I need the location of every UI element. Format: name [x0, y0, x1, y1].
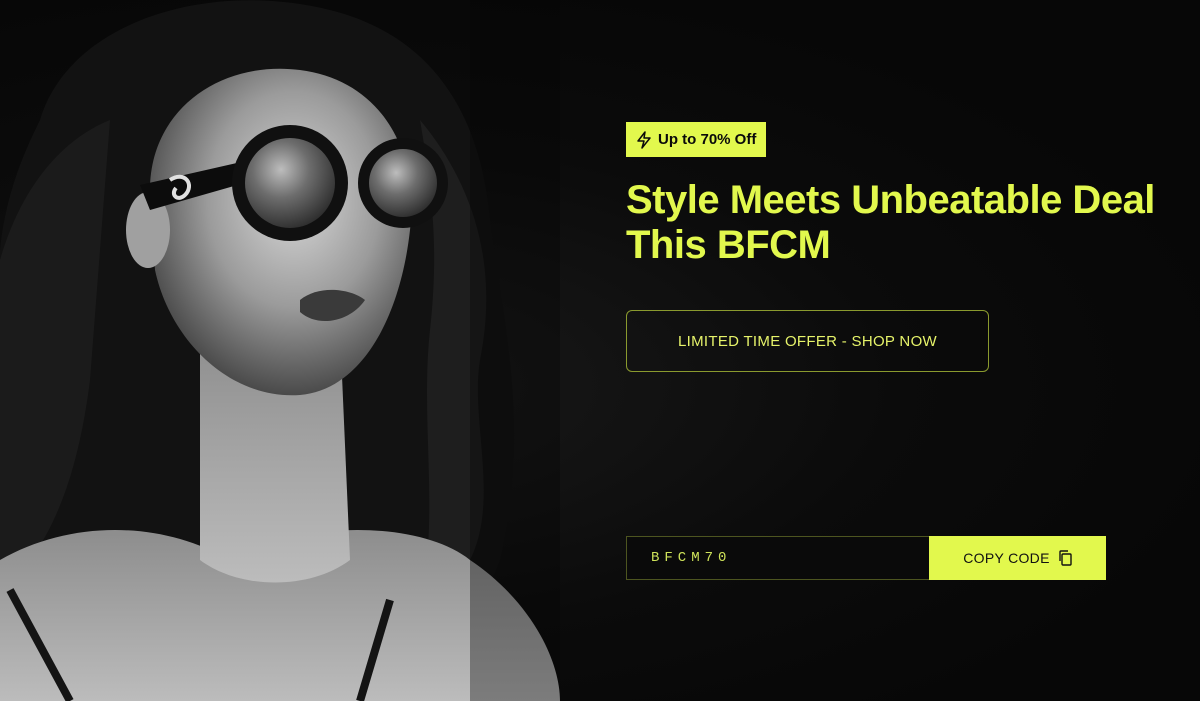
coupon-code-field: BFCM70	[626, 536, 929, 580]
discount-badge: Up to 70% Off	[626, 122, 767, 157]
coupon-code-box: BFCM70 COPY CODE	[626, 536, 1107, 580]
hero-headline-line1: Style Meets Unbeatable Deal	[626, 178, 1155, 222]
discount-badge-label: Up to 70% Off	[658, 131, 757, 148]
shop-now-button[interactable]: LIMITED TIME OFFER - SHOP NOW	[626, 310, 989, 372]
copy-code-button[interactable]: COPY CODE	[929, 536, 1106, 580]
lightning-icon	[637, 130, 651, 149]
model-portrait-image	[0, 0, 560, 701]
copy-code-label: COPY CODE	[963, 550, 1050, 566]
hero-headline-line2: This BFCM	[626, 223, 831, 267]
hero-headline: Style Meets Unbeatable Deal This BFCM	[626, 178, 1200, 268]
promo-content: Up to 70% Off Style Meets Unbeatable Dea…	[626, 0, 1200, 701]
promo-banner: Up to 70% Off Style Meets Unbeatable Dea…	[0, 0, 1200, 701]
copy-icon	[1059, 550, 1072, 566]
